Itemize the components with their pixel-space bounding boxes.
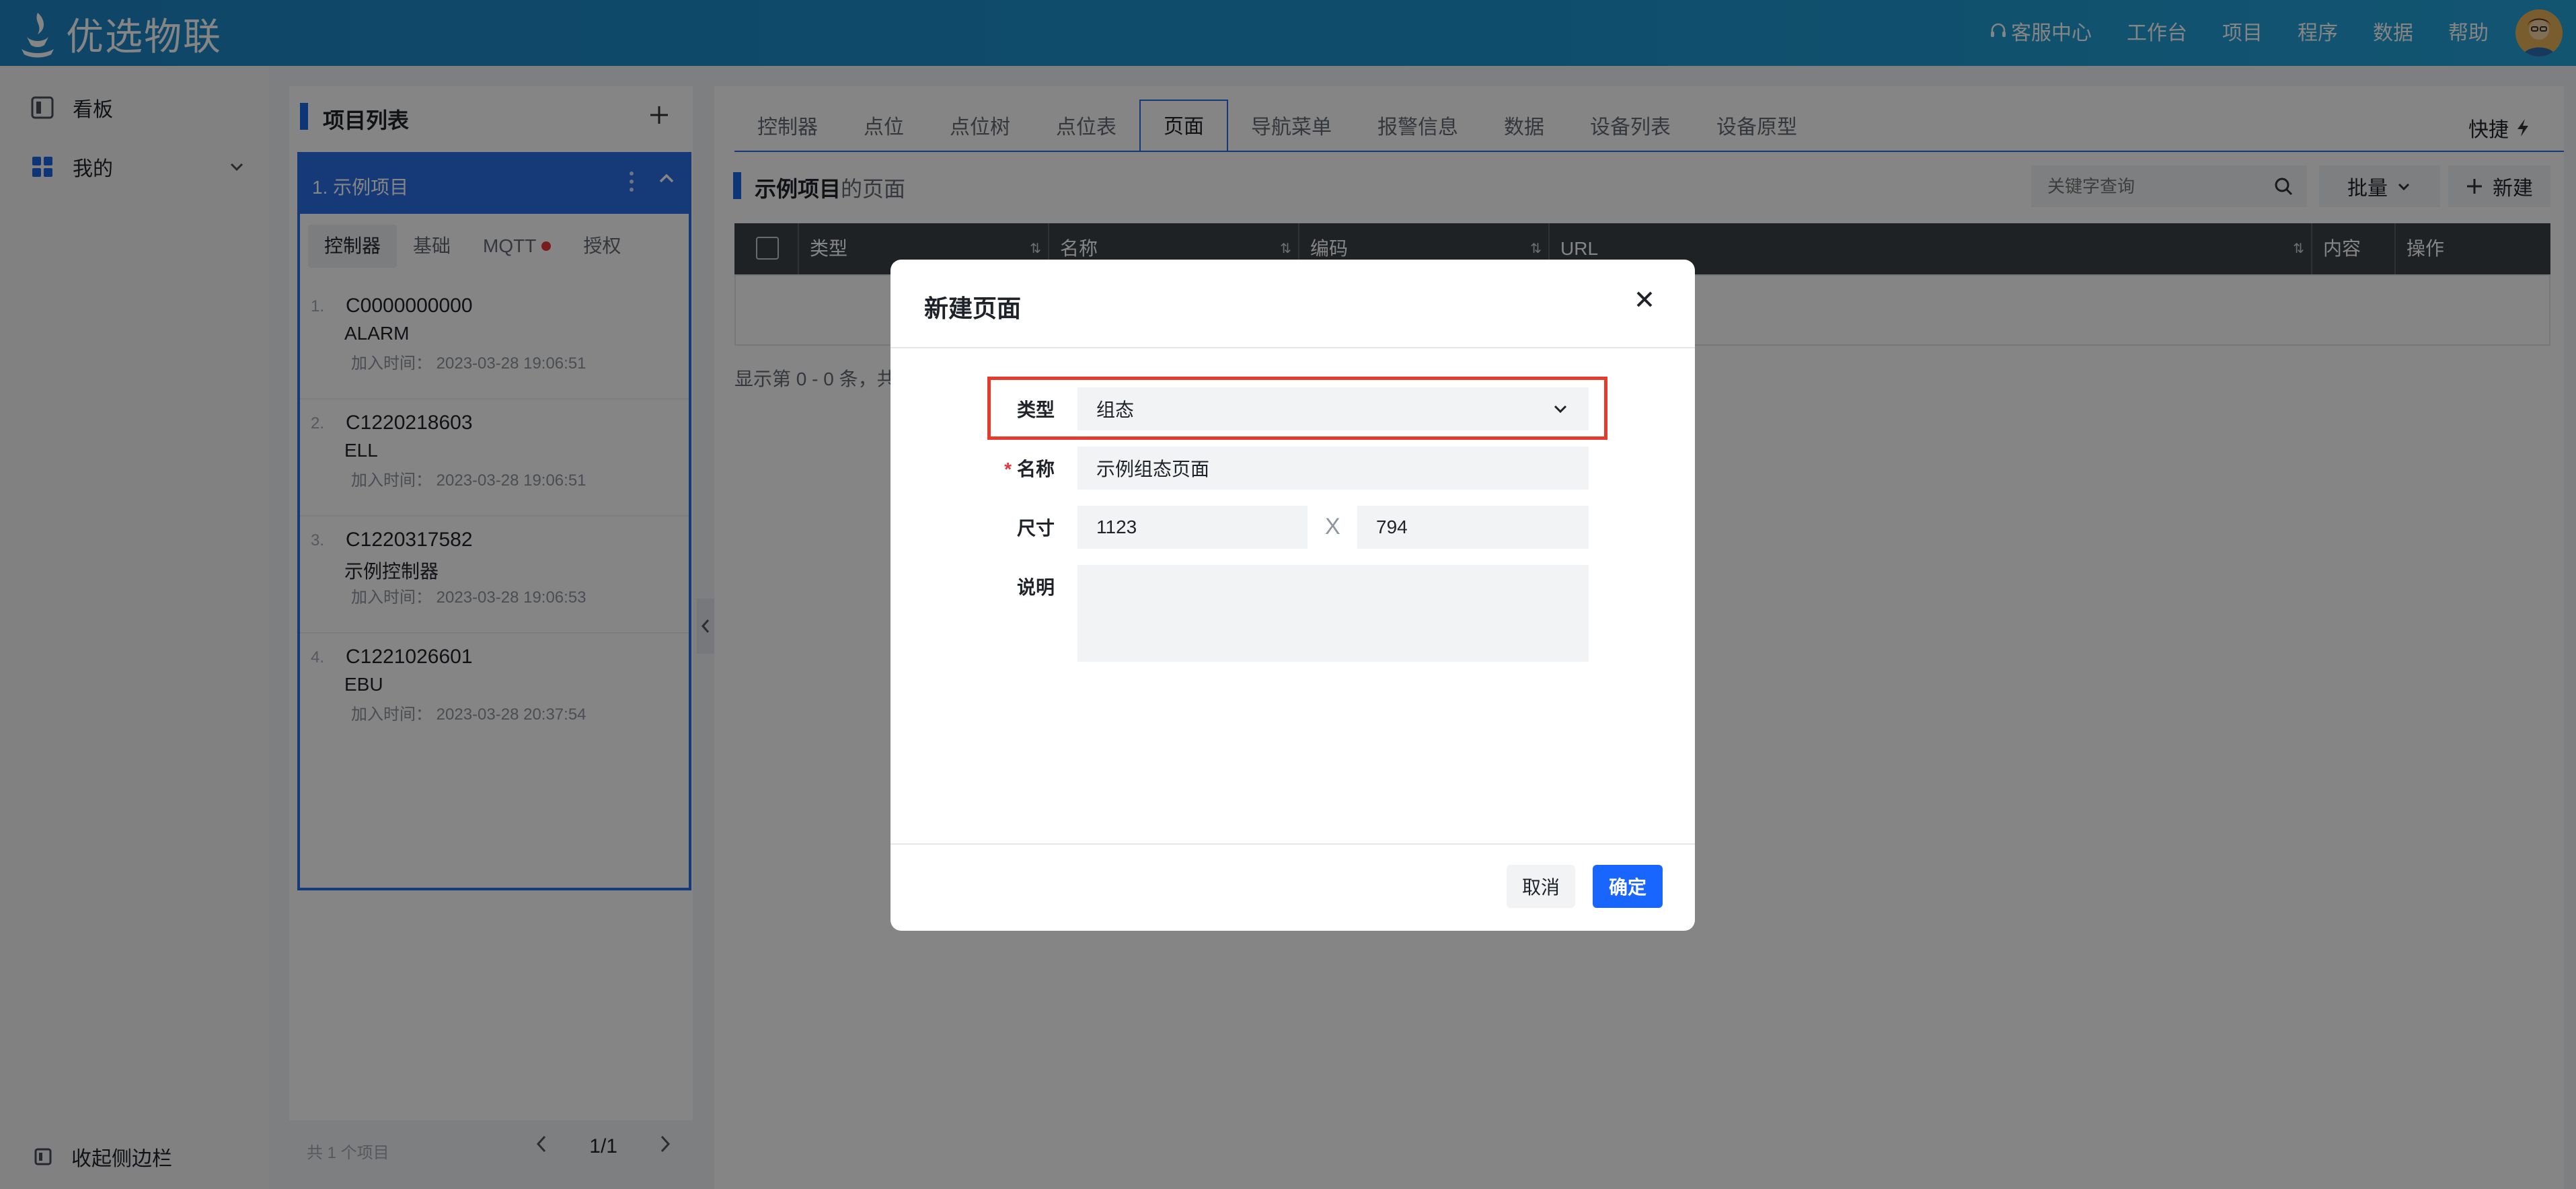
confirm-button[interactable]: 确定 [1593, 865, 1663, 908]
description-textarea[interactable] [1077, 565, 1589, 662]
name-field[interactable]: 示例组态页面 [1077, 447, 1589, 490]
required-mark: * [1004, 459, 1012, 480]
width-field[interactable]: 1123 [1077, 506, 1308, 549]
description-label: 说明 [1016, 577, 1055, 598]
size-separator: X [1325, 514, 1340, 539]
dialog-divider [891, 347, 1695, 348]
height-value: 794 [1376, 516, 1408, 537]
cancel-button[interactable]: 取消 [1507, 865, 1575, 908]
dialog-title: 新建页面 [924, 295, 1022, 322]
highlight-box [987, 377, 1607, 440]
width-value: 1123 [1096, 516, 1137, 537]
name-label-text: 名称 [1016, 459, 1055, 480]
size-label: 尺寸 [1016, 518, 1055, 539]
new-page-dialog: 新建页面 类型 组态 * 名称 示例组态页面 尺寸 1123 X 794 说明 取… [891, 260, 1695, 931]
name-value: 示例组态页面 [1096, 459, 1210, 480]
close-dialog-button[interactable] [1634, 285, 1655, 315]
close-icon [1636, 291, 1653, 307]
name-label: * 名称 [974, 455, 1055, 482]
height-field[interactable]: 794 [1357, 506, 1589, 549]
dialog-divider [891, 843, 1695, 845]
